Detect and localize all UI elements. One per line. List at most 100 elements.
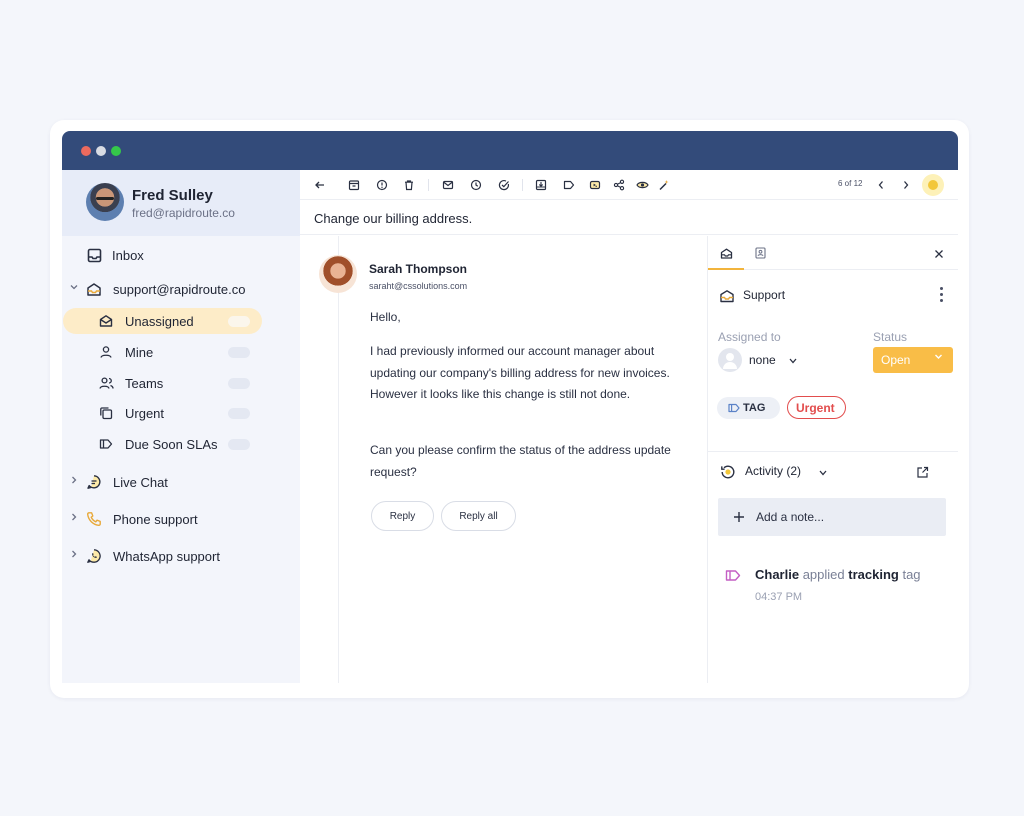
mail-icon[interactable] bbox=[441, 178, 455, 192]
chevron-right-icon[interactable] bbox=[70, 513, 80, 525]
count-badge bbox=[228, 378, 250, 389]
section-divider bbox=[708, 451, 958, 452]
status-dropdown[interactable]: Open bbox=[873, 347, 953, 373]
sender-email: saraht@cssolutions.com bbox=[369, 281, 468, 291]
chevron-down-icon[interactable] bbox=[788, 357, 797, 365]
status-label: Status bbox=[873, 330, 908, 344]
count-badge bbox=[228, 408, 250, 419]
move-to-inbox-icon[interactable] bbox=[534, 178, 548, 192]
chevron-right-icon[interactable] bbox=[70, 476, 80, 488]
mailbox-open-icon bbox=[719, 289, 735, 303]
pane-divider bbox=[338, 236, 339, 683]
pager-text: 6 of 12 bbox=[838, 179, 863, 188]
app-window: Fred Sulley fred@rapidroute.co Inbox sup… bbox=[62, 131, 958, 683]
close-icon[interactable] bbox=[934, 249, 944, 259]
tag-label-icon bbox=[98, 436, 114, 452]
assignee-avatar bbox=[718, 348, 742, 372]
assignee-select[interactable]: none bbox=[749, 353, 776, 367]
count-badge bbox=[228, 316, 250, 327]
sidebar-item-due-soon-slas[interactable]: Due Soon SLAs bbox=[62, 431, 300, 457]
chevron-left-icon[interactable] bbox=[874, 178, 888, 192]
tab-contact-details[interactable] bbox=[754, 247, 766, 259]
tag-icon[interactable] bbox=[562, 178, 576, 192]
envelope-open-icon bbox=[98, 313, 114, 329]
sidebar-item-label: Mine bbox=[125, 345, 154, 360]
eye-icon[interactable] bbox=[635, 178, 649, 192]
assigned-to-label: Assigned to bbox=[718, 330, 781, 344]
add-note-label: Add a note... bbox=[756, 510, 825, 524]
sidebar-item-label: Phone support bbox=[113, 512, 198, 527]
sidebar-item-support-mailbox[interactable]: support@rapidroute.co bbox=[62, 275, 300, 303]
chevron-down-icon[interactable] bbox=[818, 469, 827, 477]
magic-wand-icon[interactable] bbox=[657, 178, 671, 192]
chevron-down-icon[interactable] bbox=[70, 283, 80, 295]
sidebar-item-urgent[interactable]: Urgent bbox=[62, 400, 300, 426]
minimize-window-button[interactable] bbox=[96, 146, 106, 156]
external-link-icon[interactable] bbox=[915, 465, 929, 479]
sender-name: Sarah Thompson bbox=[369, 262, 468, 276]
urgent-tag-chip[interactable]: Urgent bbox=[787, 396, 846, 419]
toolbar-divider bbox=[428, 179, 429, 191]
sidebar-item-inbox[interactable]: Inbox bbox=[62, 241, 300, 269]
active-tab-indicator bbox=[708, 268, 744, 270]
sidebar-item-label: Inbox bbox=[112, 248, 144, 263]
mailbox-open-icon bbox=[86, 281, 102, 297]
sidebar-item-live-chat[interactable]: Live Chat bbox=[62, 468, 300, 496]
plus-icon bbox=[733, 511, 745, 523]
activity-object: tracking bbox=[848, 567, 899, 582]
archive-icon[interactable] bbox=[347, 178, 361, 192]
sidebar-item-label: Teams bbox=[125, 376, 164, 391]
message-paragraph: I had previously informed our account ma… bbox=[370, 344, 670, 401]
activity-actor: Charlie bbox=[755, 567, 800, 582]
tag-label-icon bbox=[725, 568, 741, 582]
user-icon bbox=[98, 344, 114, 360]
sidebar-item-label: Unassigned bbox=[125, 314, 194, 329]
status-value: Open bbox=[881, 353, 911, 367]
avatar bbox=[86, 183, 124, 221]
chevron-right-icon[interactable] bbox=[70, 550, 80, 562]
close-window-button[interactable] bbox=[81, 146, 91, 156]
share-icon[interactable] bbox=[612, 178, 626, 192]
tab-inbox-details[interactable] bbox=[719, 247, 733, 259]
sidebar-item-mine[interactable]: Mine bbox=[62, 339, 300, 365]
copy-stack-icon bbox=[98, 405, 114, 421]
more-options-icon[interactable] bbox=[934, 285, 948, 303]
count-badge bbox=[228, 347, 250, 358]
phone-icon bbox=[86, 511, 102, 527]
tag-chip-label: Urgent bbox=[796, 401, 835, 415]
inbox-name: Support bbox=[743, 288, 786, 302]
activity-timestamp: 04:37 PM bbox=[755, 591, 803, 603]
activity-section-title[interactable]: Activity (2) bbox=[745, 464, 801, 478]
window-titlebar bbox=[62, 131, 958, 170]
snippet-icon[interactable] bbox=[588, 178, 602, 192]
details-panel: Support Assigned to Status none Open TAG… bbox=[707, 236, 958, 683]
sidebar-item-teams[interactable]: Teams bbox=[62, 370, 300, 396]
clock-icon[interactable] bbox=[469, 178, 483, 192]
sidebar-item-phone-support[interactable]: Phone support bbox=[62, 505, 300, 533]
activity-history-icon bbox=[720, 464, 736, 480]
sidebar-item-whatsapp-support[interactable]: WhatsApp support bbox=[62, 542, 300, 570]
sidebar-item-label: Urgent bbox=[125, 406, 165, 421]
current-user-avatar[interactable] bbox=[922, 174, 944, 196]
reply-all-button[interactable]: Reply all bbox=[441, 501, 516, 531]
arrow-left-icon[interactable] bbox=[313, 178, 327, 192]
sidebar-item-unassigned[interactable]: Unassigned bbox=[63, 308, 262, 334]
spam-alert-icon[interactable] bbox=[375, 178, 389, 192]
whatsapp-icon bbox=[86, 548, 102, 564]
maximize-window-button[interactable] bbox=[111, 146, 121, 156]
chevron-down-icon bbox=[934, 352, 943, 364]
trash-icon[interactable] bbox=[402, 178, 416, 192]
profile-card[interactable]: Fred Sulley fred@rapidroute.co bbox=[62, 170, 300, 236]
check-circle-icon[interactable] bbox=[497, 178, 511, 192]
conversation-subject-bar: Change our billing address. bbox=[300, 201, 958, 235]
activity-entry: Charlie applied tracking tag bbox=[755, 567, 921, 582]
message-pane: Sarah Thompson saraht@cssolutions.com He… bbox=[300, 236, 706, 683]
message-paragraph: Can you please confirm the status of the… bbox=[370, 443, 671, 479]
sidebar-item-label: Live Chat bbox=[113, 475, 168, 490]
tag-chip-label: TAG bbox=[743, 402, 766, 414]
chevron-right-icon[interactable] bbox=[899, 178, 913, 192]
details-tabs bbox=[708, 236, 958, 270]
reply-button[interactable]: Reply bbox=[371, 501, 434, 531]
tag-chip[interactable]: TAG bbox=[717, 397, 780, 419]
add-note-button[interactable]: Add a note... bbox=[718, 498, 946, 536]
